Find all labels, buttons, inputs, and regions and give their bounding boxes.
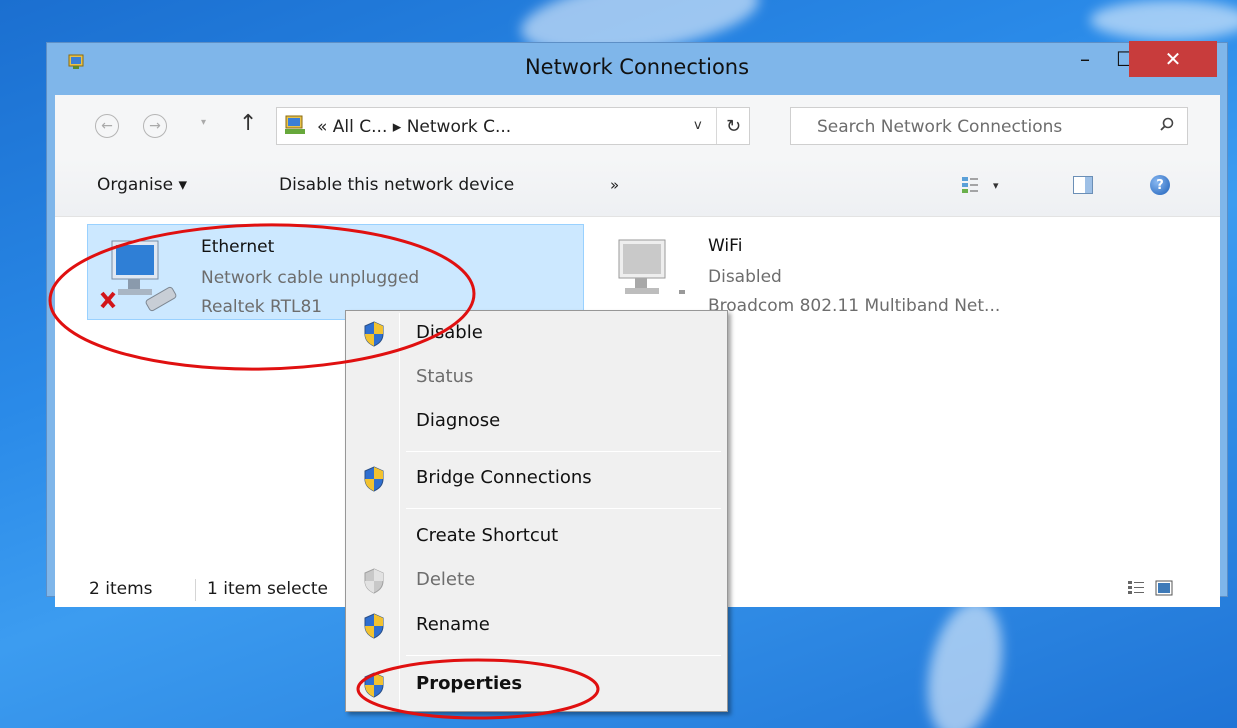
menu-separator — [406, 451, 721, 452]
menu-item-status[interactable]: Status — [346, 357, 727, 399]
menu-item-disable[interactable]: Disable — [346, 313, 727, 355]
window-title: Network Connections — [524, 55, 750, 79]
connection-name: Ethernet — [201, 237, 275, 257]
menu-separator — [406, 655, 721, 656]
connection-status: Disabled — [708, 267, 782, 287]
uac-shield-icon — [364, 466, 384, 492]
control-panel-icon — [285, 115, 305, 134]
wallpaper-streak — [916, 594, 1014, 728]
wallpaper-streak — [1090, 0, 1237, 40]
menu-item-label: Rename — [416, 614, 490, 635]
menu-item-rename[interactable]: Rename — [346, 605, 727, 647]
menu-item-label: Disable — [416, 322, 483, 343]
connection-name: WiFi — [708, 236, 743, 256]
refresh-button[interactable]: ↻ — [716, 108, 750, 144]
more-commands-button[interactable]: » — [610, 176, 619, 194]
context-menu: Disable Status Diagnose Bridge Connectio… — [345, 310, 728, 712]
menu-separator — [406, 508, 721, 509]
address-bar[interactable]: « All C... ▸ Network C... v ↻ — [276, 107, 750, 145]
details-view-icon[interactable] — [1127, 580, 1145, 596]
search-box[interactable]: Search Network Connections — [790, 107, 1188, 145]
navigation-bar: ← → ▾ ↑ « All C... ▸ Network C... v ↻ Se… — [55, 95, 1220, 159]
menu-item-delete[interactable]: Delete — [346, 560, 727, 602]
change-view-icon[interactable] — [961, 176, 979, 194]
forward-button[interactable]: → — [143, 114, 167, 138]
status-separator — [195, 579, 196, 601]
menu-item-label: Diagnose — [416, 410, 501, 431]
ethernet-adapter-icon — [100, 240, 177, 312]
uac-shield-icon — [364, 672, 384, 698]
connection-device: Realtek RTL81 — [201, 297, 323, 317]
search-input[interactable]: Search Network Connections — [817, 117, 1062, 137]
connection-item-wifi[interactable]: WiFi Disabled Broadcom 802.11 Multiband … — [595, 224, 1092, 320]
minimize-button[interactable]: – — [1065, 43, 1105, 75]
up-button[interactable]: ↑ — [239, 111, 257, 136]
address-dropdown-button[interactable]: v — [694, 118, 702, 133]
menu-item-create-shortcut[interactable]: Create Shortcut — [346, 516, 727, 558]
organise-menu[interactable]: Organise ▾ — [97, 175, 187, 195]
uac-shield-icon — [364, 321, 384, 347]
item-count: 2 items — [89, 579, 153, 599]
menu-item-label: Properties — [416, 673, 523, 694]
preview-pane-icon[interactable] — [1073, 176, 1093, 194]
connection-item-ethernet[interactable]: Ethernet Network cable unplugged Realtek… — [87, 224, 584, 320]
uac-shield-icon — [364, 568, 384, 594]
connection-device: Broadcom 802.11 Multiband Net... — [708, 296, 1001, 316]
back-button[interactable]: ← — [95, 114, 119, 138]
menu-item-label: Status — [416, 366, 474, 387]
menu-item-label: Bridge Connections — [416, 467, 592, 488]
connection-status: Network cable unplugged — [201, 268, 420, 288]
menu-item-label: Create Shortcut — [416, 525, 559, 546]
menu-item-bridge-connections[interactable]: Bridge Connections — [346, 458, 727, 500]
close-button[interactable]: ✕ — [1129, 41, 1217, 77]
help-icon[interactable]: ? — [1150, 175, 1170, 195]
search-icon[interactable] — [1159, 117, 1175, 133]
command-bar: Organise ▾ Disable this network device »… — [55, 159, 1220, 217]
wifi-adapter-icon — [618, 239, 685, 294]
title-bar[interactable]: Network Connections – ☐ ✕ — [47, 41, 1227, 95]
uac-shield-icon — [364, 613, 384, 639]
large-icons-view-icon[interactable] — [1155, 580, 1173, 596]
menu-item-diagnose[interactable]: Diagnose — [346, 401, 727, 443]
recent-locations-button[interactable]: ▾ — [201, 117, 206, 128]
selection-count: 1 item selecte — [207, 579, 329, 599]
disable-device-button[interactable]: Disable this network device — [279, 175, 514, 195]
menu-item-properties[interactable]: Properties — [346, 664, 727, 706]
view-options-dropdown[interactable]: ▾ — [993, 179, 999, 192]
breadcrumb[interactable]: « All C... ▸ Network C... — [317, 117, 511, 137]
menu-item-label: Delete — [416, 569, 476, 590]
